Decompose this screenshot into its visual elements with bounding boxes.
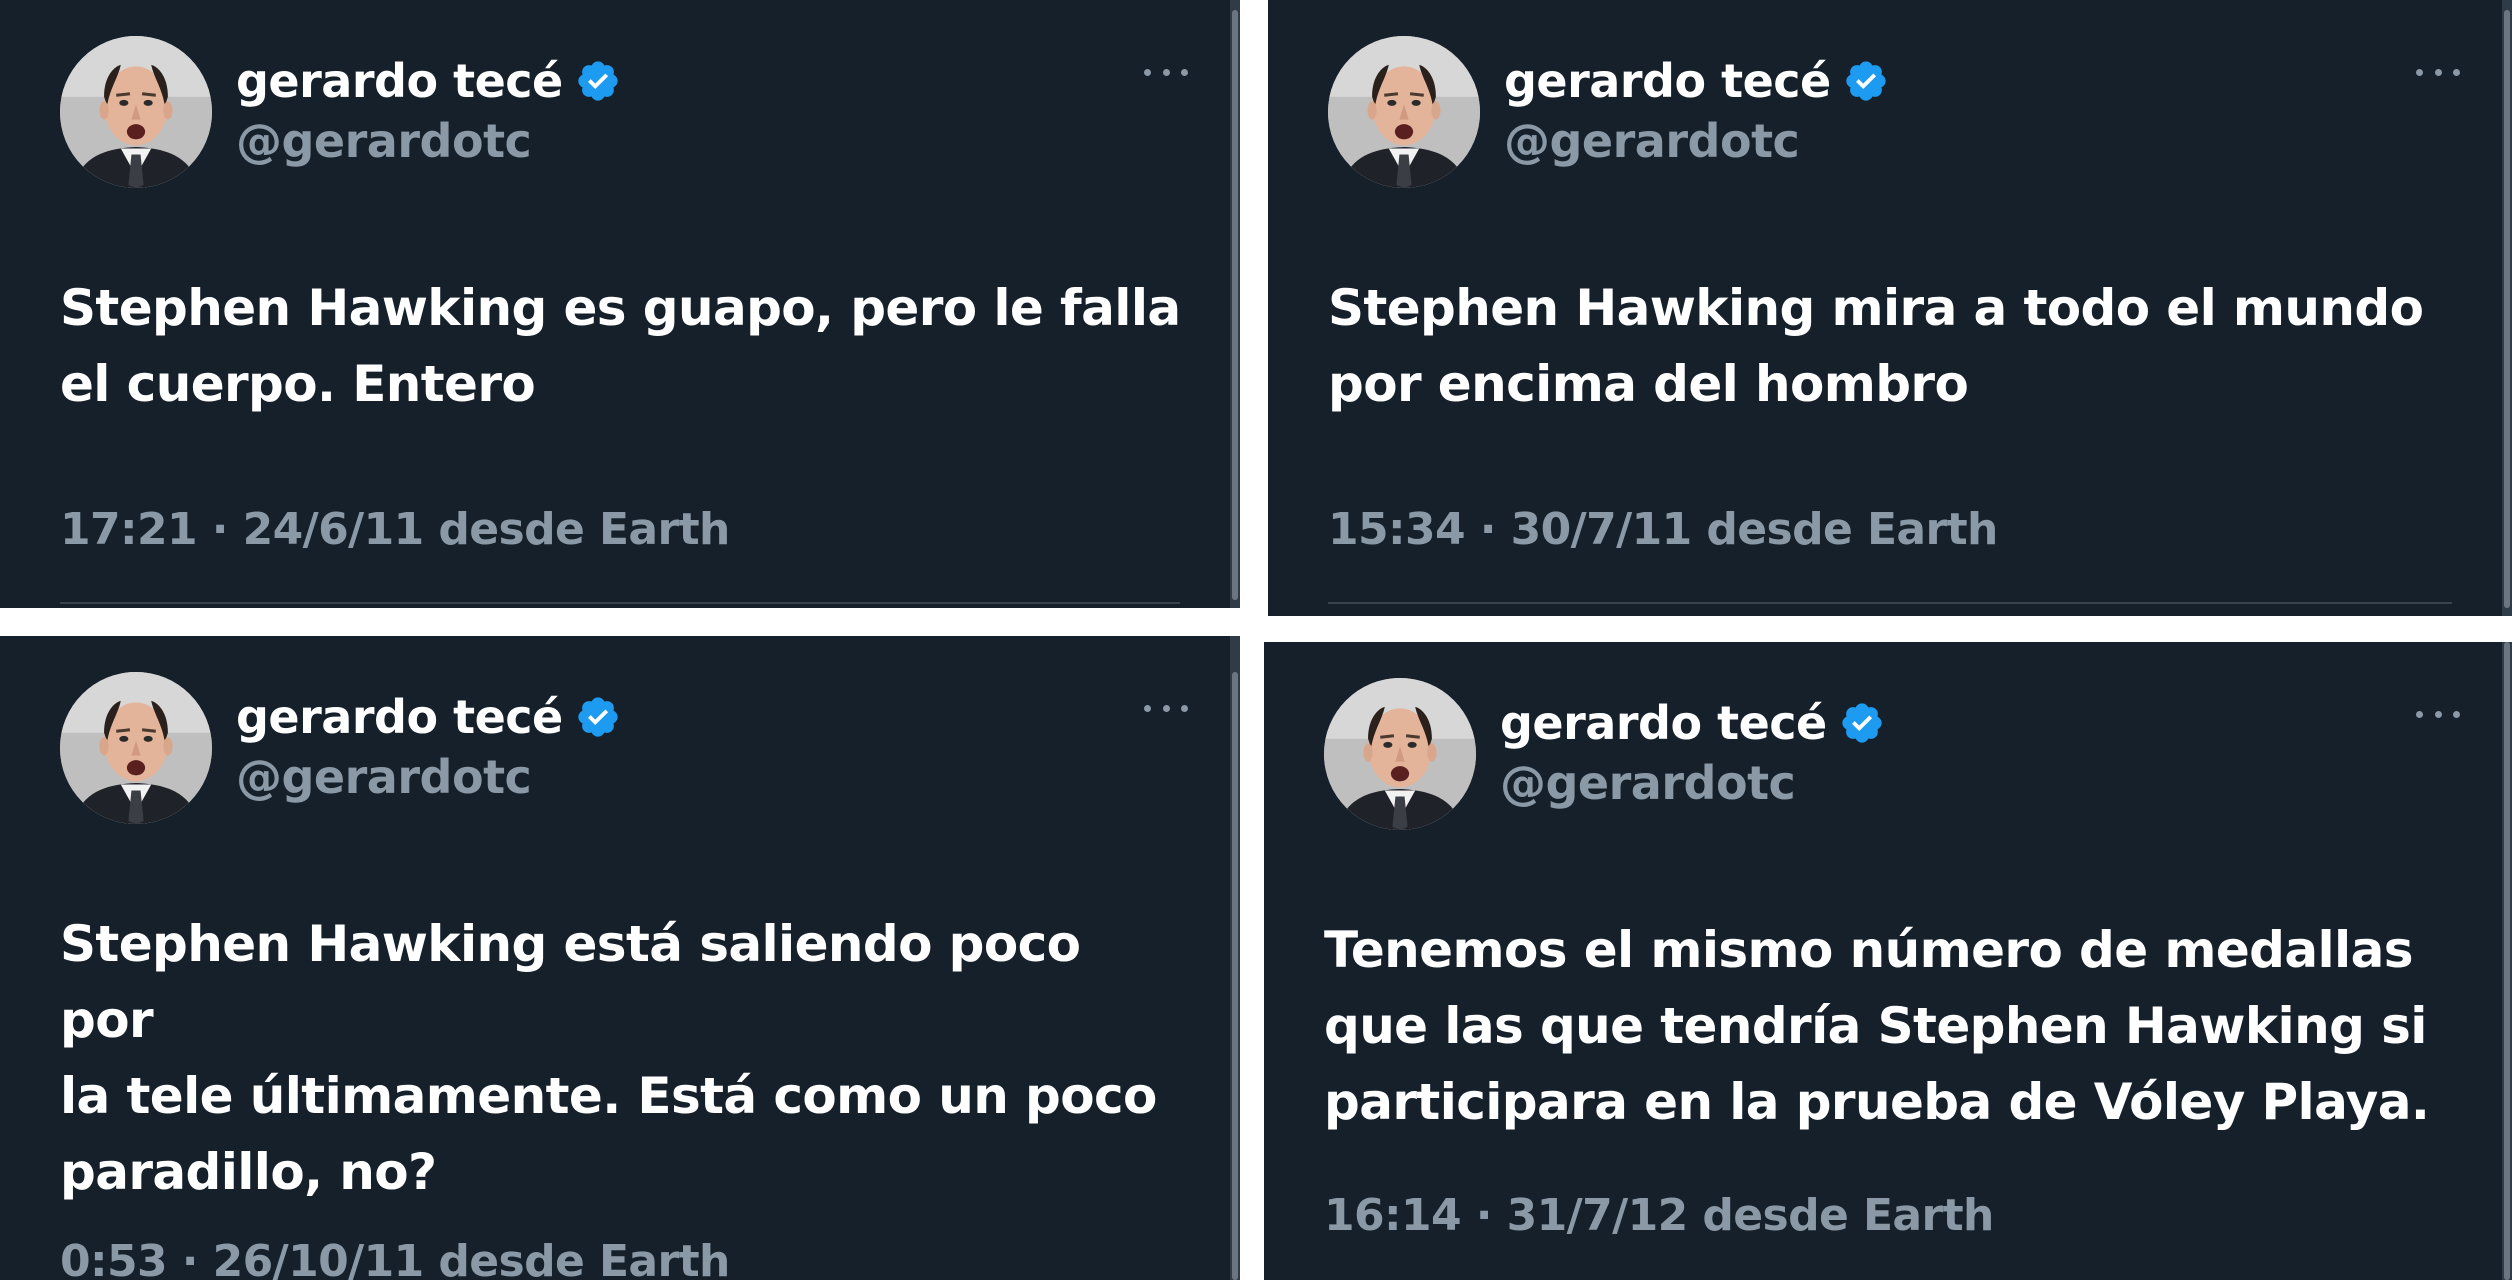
tweet-date: 31/7/12: [1506, 1190, 1689, 1241]
author-row: gerardo tecé: [236, 50, 621, 112]
author-row: gerardo tecé: [1500, 692, 1885, 754]
verified-badge-icon: [1839, 700, 1885, 746]
tweet-date: 24/6/11: [242, 504, 425, 555]
tweet-timestamp[interactable]: 15:34 · 30/7/11 desde Earth: [1328, 504, 1998, 555]
display-name[interactable]: gerardo tecé: [236, 54, 563, 108]
tweet-timestamp[interactable]: 17:21 · 24/6/11 desde Earth: [60, 504, 730, 555]
display-name[interactable]: gerardo tecé: [1504, 54, 1831, 108]
more-options-icon[interactable]: [1144, 62, 1188, 82]
tweet-text: Stephen Hawking está saliendo poco por l…: [60, 915, 1157, 1201]
verified-badge-icon: [575, 58, 621, 104]
scrollbar-thumb[interactable]: [1232, 10, 1238, 600]
verified-badge-icon: [1843, 58, 1889, 104]
scrollbar-thumb[interactable]: [1232, 672, 1238, 1280]
display-name[interactable]: gerardo tecé: [1500, 696, 1827, 750]
more-options-icon[interactable]: [2416, 62, 2460, 82]
tweet-time: 15:34: [1328, 504, 1466, 555]
verified-badge-icon: [575, 694, 621, 740]
tweet-date: 30/7/11: [1510, 504, 1693, 555]
divider: [1328, 602, 2452, 604]
scrollbar-thumb[interactable]: [2504, 10, 2510, 608]
user-handle[interactable]: @gerardotc: [1500, 756, 1796, 810]
scrollbar[interactable]: [2502, 642, 2512, 1280]
tweet-source: desde Earth: [1702, 1190, 1994, 1241]
more-options-icon[interactable]: [2416, 704, 2460, 724]
scrollbar[interactable]: [1230, 636, 1240, 1280]
tweet-source: desde Earth: [438, 1236, 730, 1280]
divider: [60, 602, 1180, 604]
scrollbar[interactable]: [1230, 0, 1240, 608]
tweet-time: 0:53: [60, 1236, 168, 1280]
tweet-source: desde Earth: [438, 504, 730, 555]
scrollbar-thumb[interactable]: [2504, 642, 2510, 1280]
user-handle[interactable]: @gerardotc: [236, 114, 532, 168]
tweet-source: desde Earth: [1706, 504, 1998, 555]
tweet-text: Stephen Hawking es guapo, pero le falla …: [60, 279, 1181, 413]
tweet-date: 26/10/11: [212, 1236, 425, 1280]
tweet-card: gerardo tecé @gerardotc Tenemos el mismo…: [1264, 642, 2512, 1280]
tweet-timestamp[interactable]: 0:53 · 26/10/11 desde Earth: [60, 1236, 730, 1280]
profile-avatar[interactable]: [1324, 678, 1476, 830]
tweet-time: 16:14: [1324, 1190, 1462, 1241]
tweet-time: 17:21: [60, 504, 198, 555]
display-name[interactable]: gerardo tecé: [236, 690, 563, 744]
tweet-text: Tenemos el mismo número de medallas que …: [1324, 921, 2430, 1131]
profile-avatar[interactable]: [1328, 36, 1480, 188]
tweet-text: Stephen Hawking mira a todo el mundo por…: [1328, 279, 2424, 413]
user-handle[interactable]: @gerardotc: [1504, 114, 1800, 168]
tweet-card: gerardo tecé @gerardotc Stephen Hawking …: [0, 0, 1240, 608]
tweet-card: gerardo tecé @gerardotc Stephen Hawking …: [0, 636, 1240, 1280]
author-row: gerardo tecé: [1504, 50, 1889, 112]
author-row: gerardo tecé: [236, 686, 621, 748]
profile-avatar[interactable]: [60, 36, 212, 188]
tweet-timestamp[interactable]: 16:14 · 31/7/12 desde Earth: [1324, 1190, 1994, 1241]
more-options-icon[interactable]: [1144, 698, 1188, 718]
scrollbar[interactable]: [2502, 0, 2512, 616]
profile-avatar[interactable]: [60, 672, 212, 824]
tweet-card: gerardo tecé @gerardotc Stephen Hawking …: [1268, 0, 2512, 616]
user-handle[interactable]: @gerardotc: [236, 750, 532, 804]
